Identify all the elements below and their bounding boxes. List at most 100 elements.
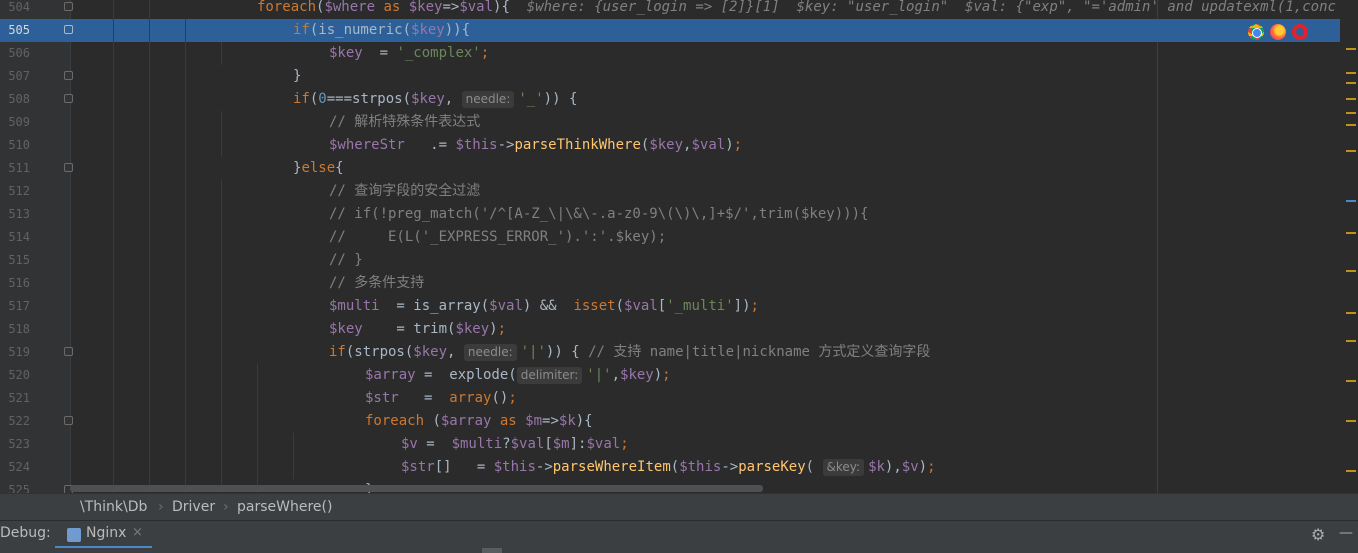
gear-icon[interactable]: ⚙ [1311,525,1325,544]
code-line[interactable]: 505 if(is_numeric($key)){ [0,19,1358,42]
code-text: $v = $multi?$val[$m]:$val; [401,433,629,456]
line-number[interactable]: 513 [0,203,30,226]
code-token: ; [733,137,743,153]
code-line[interactable]: 510 $whereStr .= $this->parseThinkWhere($… [0,134,1358,157]
code-token: $where [324,0,376,15]
code-line[interactable]: 508 if(0===strpos($key, needle: '_')) { [0,88,1358,111]
indent-guide [149,111,150,134]
indent-guide [257,456,258,479]
line-number[interactable]: 511 [0,157,30,180]
line-number[interactable]: 510 [0,134,30,157]
fold-icon[interactable] [64,25,73,34]
code-line[interactable]: 513 // if(!preg_match('/^[A-Z_\|\&\-.a-z0… [0,203,1358,226]
code-line[interactable]: 515 // } [0,249,1358,272]
line-number[interactable]: 521 [0,387,30,410]
code-line[interactable]: 504 foreach($where as $key=>$val){ $where… [0,0,1358,19]
fold-icon[interactable] [64,71,73,80]
breadcrumb-item-method[interactable]: parseWhere() [237,494,332,521]
indent-guide [221,433,222,456]
indent-guide [221,203,222,226]
code-token: = [398,390,450,406]
scroll-marker [1346,72,1356,74]
indent-guide [221,456,222,479]
breadcrumb-item-class[interactable]: Driver [172,494,215,521]
code-line[interactable]: 523 $v = $multi?$val[$m]:$val; [0,433,1358,456]
tab-nginx[interactable]: Nginx × [55,521,152,549]
fold-icon[interactable] [64,347,73,356]
line-number[interactable]: 517 [0,295,30,318]
line-number[interactable]: 509 [0,111,30,134]
code-token: ) && [522,298,574,314]
line-number[interactable]: 520 [0,364,30,387]
code-line[interactable]: 514 // E(L('_EXPRESS_ERROR_').':'.$key); [0,226,1358,249]
line-number[interactable]: 505 [0,19,30,42]
toolbar-handle[interactable] [482,548,502,553]
code-token: ) [918,459,928,475]
indent-guide [149,0,150,19]
line-number[interactable]: 508 [0,88,30,111]
line-number[interactable]: 512 [0,180,30,203]
minimize-icon[interactable]: — [1339,525,1353,541]
indent-guide [113,364,114,387]
line-number[interactable]: 523 [0,433,30,456]
line-number[interactable]: 516 [0,272,30,295]
breadcrumb-item-namespace[interactable]: \Think\Db [80,494,147,521]
opera-icon[interactable] [1291,24,1308,40]
close-icon[interactable]: × [132,525,143,540]
code-line[interactable]: 522 foreach ($array as $m=>$k){ [0,410,1358,433]
code-token: $multi [451,436,503,452]
code-token: $val [510,436,545,452]
code-token: $k [558,413,576,429]
firefox-icon[interactable] [1269,24,1286,40]
code-token: if [293,22,310,38]
code-line[interactable]: 512 // 查询字段的安全过滤 [0,180,1358,203]
scroll-marker [1346,270,1356,272]
code-line[interactable]: 519 if(strpos($key, needle: '|')) { // 支持 … [0,341,1358,364]
debug-tool-window-bar: Debug: Nginx × ⚙ — [0,520,1358,549]
code-line[interactable]: 521 $str = array(); [0,387,1358,410]
code-line[interactable]: 518 $key = trim($key); [0,318,1358,341]
code-token: ; [497,321,507,337]
indent-guide [185,111,186,134]
line-number[interactable]: 507 [0,65,30,88]
chrome-icon[interactable] [1247,24,1264,40]
code-line[interactable]: 506 $key = '_complex'; [0,42,1358,65]
code-token: ) [725,137,734,153]
indent-guide [149,433,150,456]
line-number[interactable]: 504 [0,0,30,19]
fold-icon[interactable] [64,416,73,425]
code-token: $key [620,367,654,383]
code-token: $val [459,0,494,15]
fold-icon[interactable] [64,94,73,103]
indent-guide [221,42,222,65]
code-token: parseKey [738,459,806,475]
code-token: $multi [329,298,380,314]
indent-guide [221,341,222,364]
code-line[interactable]: 524 $str[] = $this->parseWhereItem($this-… [0,456,1358,479]
line-number[interactable]: 522 [0,410,30,433]
indent-guide [149,341,150,364]
code-line[interactable]: 520 $array = explode(delimiter: '|',$key); [0,364,1358,387]
code-line[interactable]: 511}else{ [0,157,1358,180]
fold-icon[interactable] [64,163,73,172]
code-line[interactable]: 507} [0,65,1358,88]
fold-icon[interactable] [64,2,73,11]
indent-guide [113,88,114,111]
code-token: '|' [586,367,612,383]
line-number[interactable]: 506 [0,42,30,65]
code-line[interactable]: 516 // 多条件支持 [0,272,1358,295]
code-token: ]) [733,298,751,314]
indent-guide [149,364,150,387]
code-token: = trim( [362,321,456,337]
indent-guide [185,42,186,65]
indent-guide [221,111,222,134]
editor-horizontal-scrollbar[interactable] [70,485,763,492]
indent-guide [293,433,294,456]
line-number[interactable]: 515 [0,249,30,272]
code-line[interactable]: 509 // 解析特殊条件表达式 [0,111,1358,134]
code-line[interactable]: 517 $multi = is_array($val) && isset($val… [0,295,1358,318]
line-number[interactable]: 514 [0,226,30,249]
line-number[interactable]: 524 [0,456,30,479]
line-number[interactable]: 518 [0,318,30,341]
line-number[interactable]: 519 [0,341,30,364]
